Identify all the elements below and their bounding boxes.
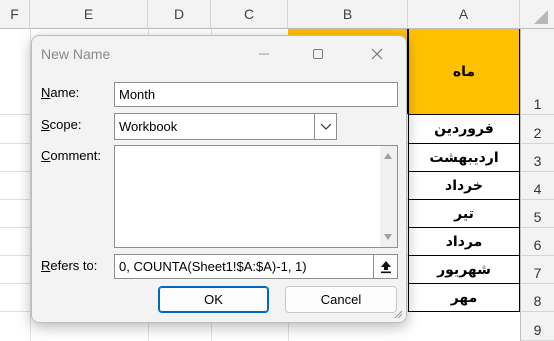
close-button[interactable] — [365, 44, 389, 64]
cell-a5[interactable]: تیر — [408, 200, 520, 228]
column-header-c[interactable]: C — [211, 0, 288, 29]
row-label: 1 — [533, 96, 542, 112]
chevron-down-icon — [320, 123, 331, 130]
comment-label: Comment: — [41, 148, 101, 163]
column-label: A — [458, 6, 469, 22]
cell-text: مهر — [450, 289, 478, 306]
row-header-4[interactable]: 4 — [520, 172, 554, 200]
cell-text: اردیبهشت — [429, 149, 499, 166]
close-icon — [371, 48, 383, 60]
cell-text: مرداد — [445, 233, 483, 250]
scroll-up-arrow-icon[interactable] — [384, 153, 392, 159]
column-header-f[interactable]: F — [0, 0, 30, 29]
minimize-icon — [259, 53, 269, 55]
cell-a4[interactable]: خرداد — [408, 172, 520, 200]
cell-a1[interactable]: ماه — [408, 29, 520, 115]
refers-to-label: Refers to: — [41, 258, 98, 273]
minimize-button[interactable] — [252, 44, 276, 64]
row-label: 4 — [533, 181, 542, 197]
row-label: 2 — [533, 125, 542, 141]
row-header-3[interactable]: 3 — [520, 144, 554, 172]
refers-to-field[interactable]: 0, COUNTA(Sheet1!$A:$A)-1, 1) — [114, 254, 398, 279]
row-header-1[interactable]: 1 — [520, 29, 554, 115]
maximize-button[interactable] — [306, 44, 330, 64]
name-field[interactable]: Month — [114, 82, 398, 107]
select-all-triangle — [534, 10, 548, 24]
name-label: Name: — [41, 85, 80, 100]
row-label: 9 — [533, 322, 542, 338]
row-header-7[interactable]: 7 — [520, 256, 554, 284]
cell-a8[interactable]: مهر — [408, 284, 520, 312]
collapse-dialog-button[interactable] — [373, 255, 397, 278]
column-label: F — [10, 6, 19, 22]
row-header-5[interactable]: 5 — [520, 200, 554, 228]
row-header-6[interactable]: 6 — [520, 228, 554, 256]
row-label: 3 — [533, 153, 542, 169]
dialog-title: New Name — [41, 46, 111, 62]
column-label: D — [173, 6, 185, 22]
refers-to-value: 0, COUNTA(Sheet1!$A:$A)-1, 1) — [119, 259, 307, 274]
name-value: Month — [119, 87, 156, 102]
cell-a2[interactable]: فروردین — [408, 115, 520, 144]
select-all-corner[interactable] — [520, 0, 554, 29]
cell-a3[interactable]: اردیبهشت — [408, 144, 520, 172]
cancel-button[interactable]: Cancel — [285, 286, 397, 313]
row-label: 5 — [533, 209, 542, 225]
scope-label: Scope: — [41, 117, 82, 132]
cell-a6[interactable]: مرداد — [408, 228, 520, 256]
column-header-b[interactable]: B — [288, 0, 408, 29]
ok-button[interactable]: OK — [158, 286, 269, 313]
column-header-d[interactable]: D — [148, 0, 211, 29]
column-header-e[interactable]: E — [30, 0, 148, 29]
column-label: E — [83, 6, 94, 22]
scope-select[interactable]: Workbook — [114, 113, 337, 140]
resize-grip-icon[interactable] — [393, 309, 403, 319]
comment-scrollbar[interactable] — [380, 146, 397, 247]
row-header-2[interactable]: 2 — [520, 115, 554, 144]
cell-text: تیر — [454, 205, 474, 222]
row-label: 8 — [533, 293, 542, 309]
scope-value: Workbook — [119, 119, 178, 134]
cell-text: ماه — [452, 63, 476, 80]
row-label: 7 — [533, 265, 542, 281]
comment-textarea[interactable] — [114, 145, 398, 248]
column-header-a[interactable]: A — [408, 0, 520, 29]
scope-dropdown-button[interactable] — [314, 114, 336, 139]
row-header-8[interactable]: 8 — [520, 284, 554, 312]
row-header-9[interactable]: 9 — [520, 312, 554, 341]
cell-text: شهریور — [437, 261, 491, 278]
cell-text: خرداد — [445, 177, 483, 194]
scroll-down-arrow-icon[interactable] — [384, 234, 392, 240]
row-label: 6 — [533, 237, 542, 253]
cell-text: فروردین — [434, 121, 494, 137]
new-name-dialog: New Name Name: Month Scope: Workbook Com… — [31, 35, 407, 323]
column-label: B — [342, 6, 353, 22]
maximize-icon — [313, 49, 323, 59]
cell-a7[interactable]: شهریور — [408, 256, 520, 284]
collapse-dialog-icon — [380, 260, 391, 273]
column-label: C — [243, 6, 255, 22]
